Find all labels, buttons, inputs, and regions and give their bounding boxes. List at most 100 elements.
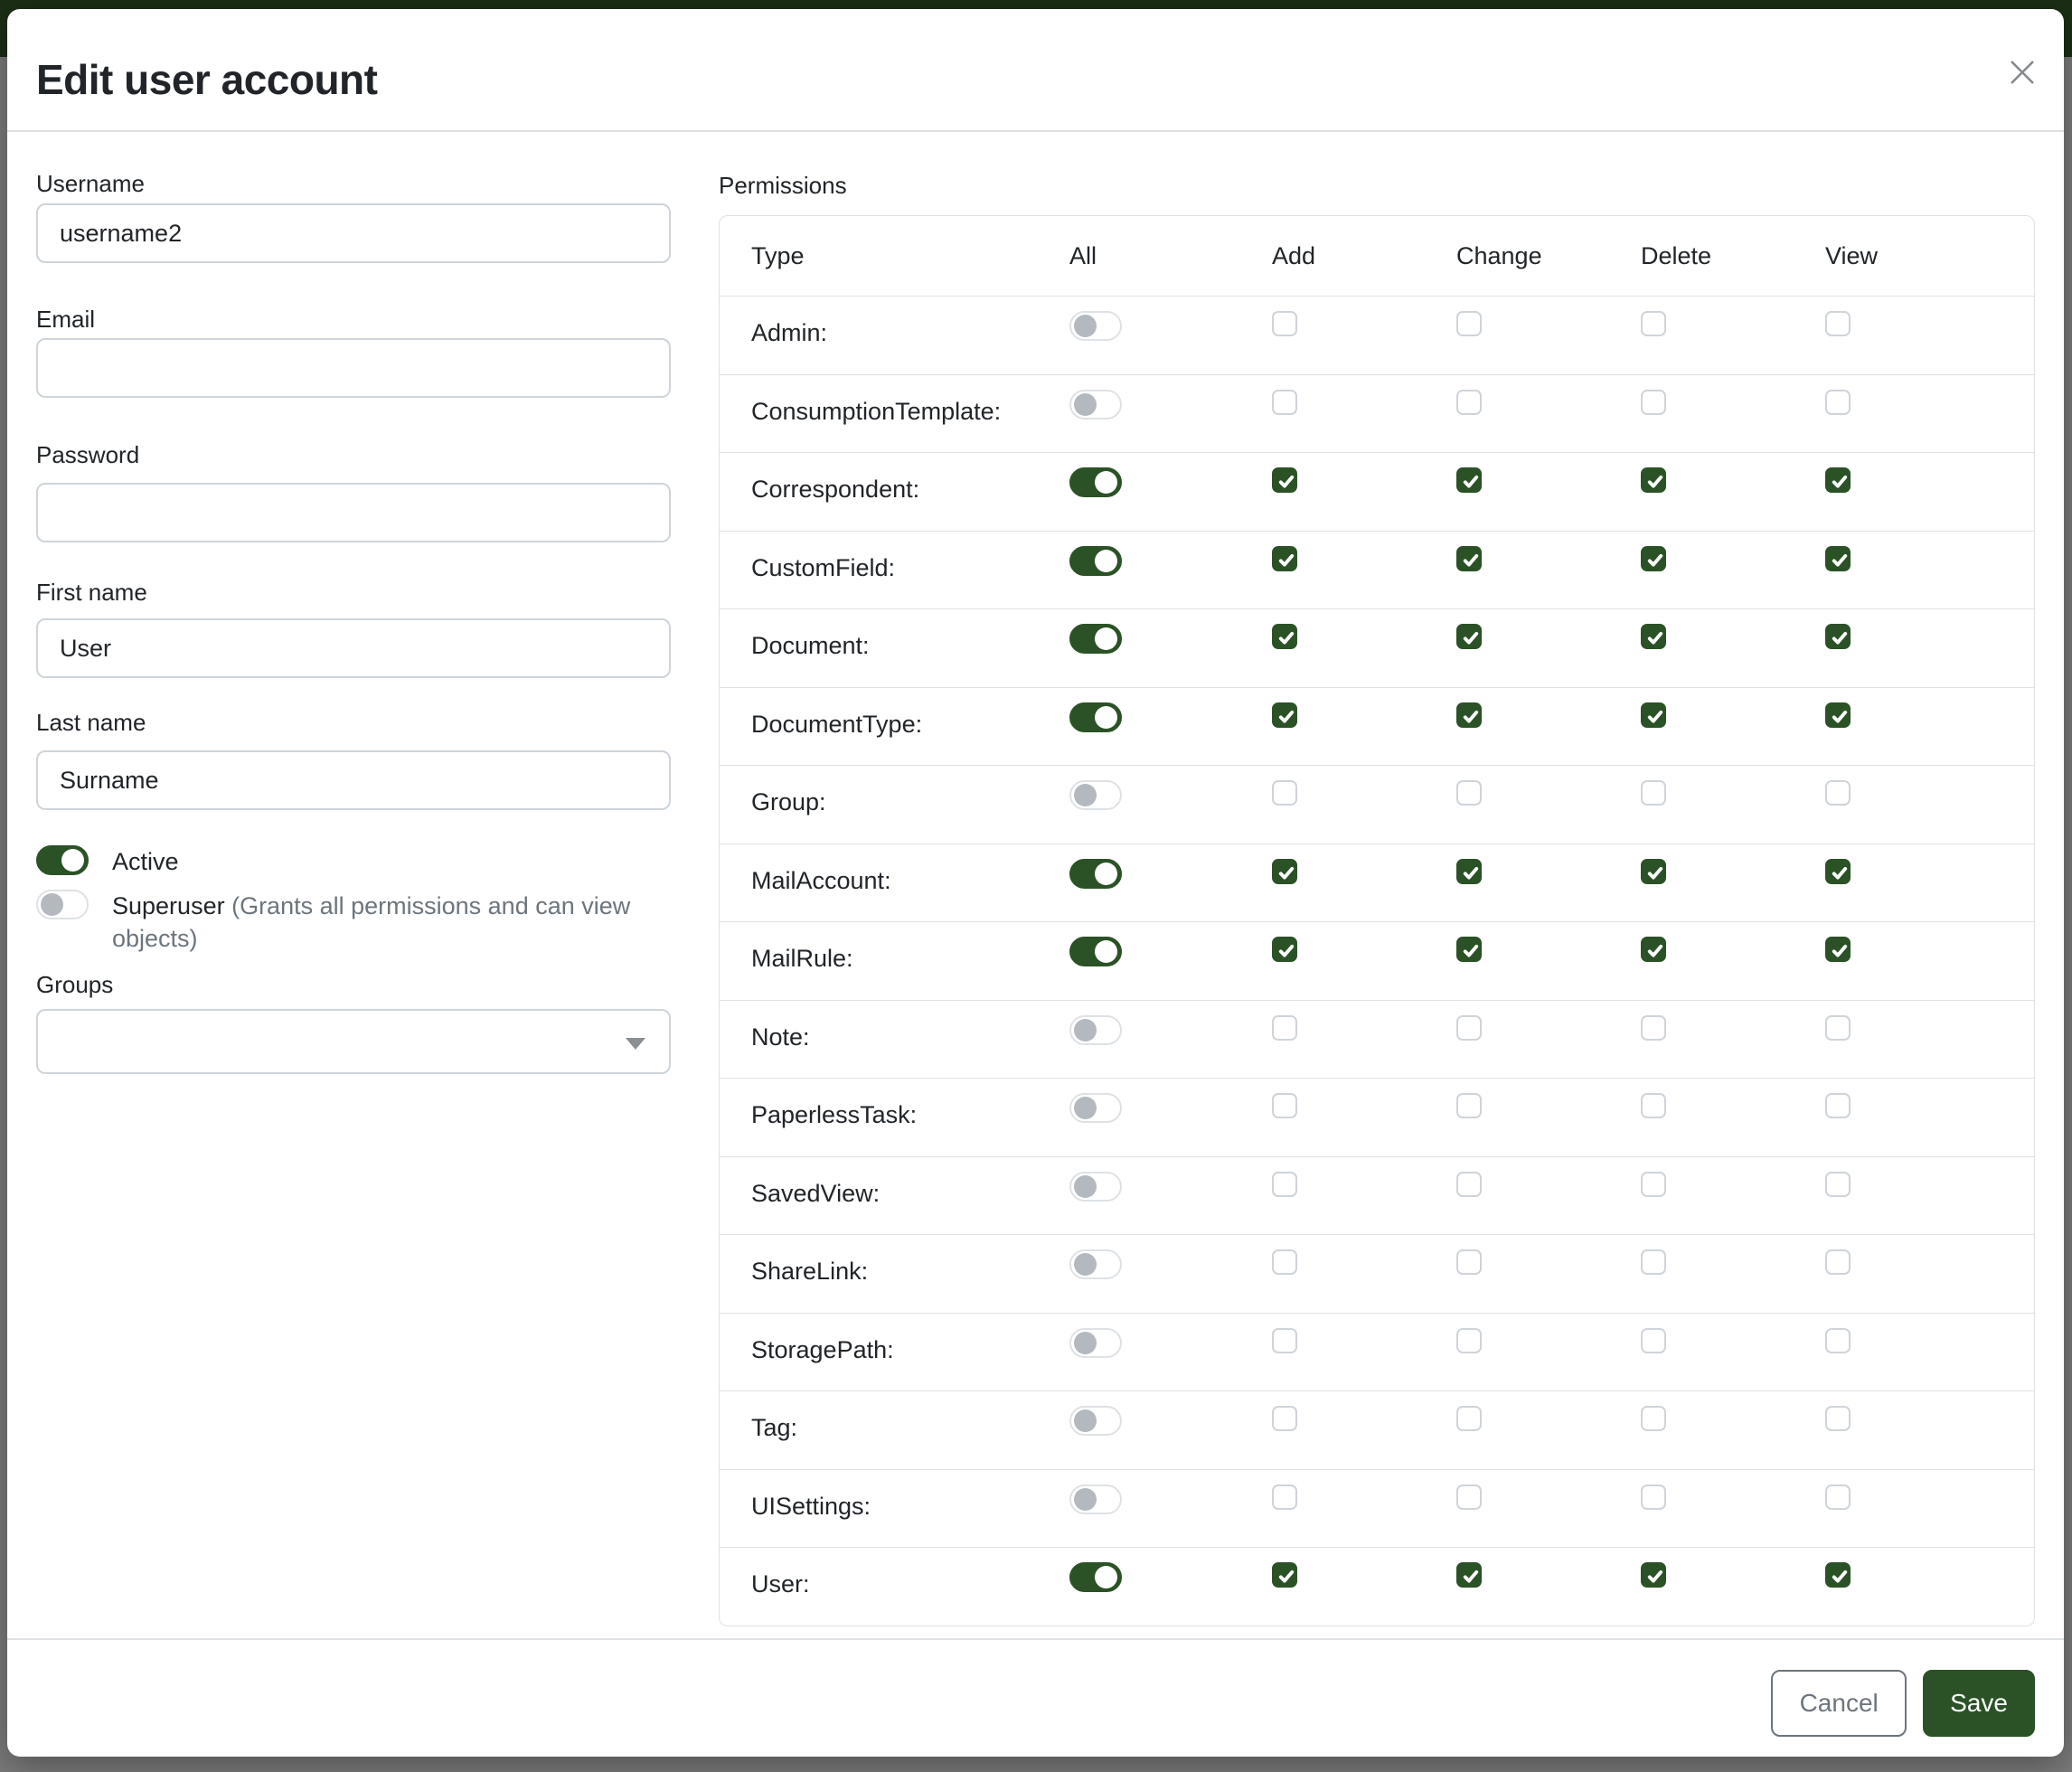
permission-add-checkbox[interactable] — [1272, 937, 1297, 962]
toggle-knob — [1074, 1332, 1097, 1354]
groups-select[interactable] — [36, 1009, 671, 1074]
permission-add-checkbox[interactable] — [1272, 546, 1297, 571]
permission-view-checkbox[interactable] — [1825, 1093, 1851, 1118]
permission-delete-checkbox[interactable] — [1641, 937, 1666, 962]
col-header-delete: Delete — [1641, 216, 1825, 272]
password-input[interactable] — [36, 483, 671, 542]
superuser-toggle[interactable] — [36, 890, 89, 919]
permission-add-checkbox[interactable] — [1272, 1328, 1297, 1353]
permission-all-toggle[interactable] — [1069, 859, 1122, 889]
permission-delete-checkbox[interactable] — [1641, 1328, 1666, 1353]
permission-delete-checkbox[interactable] — [1641, 859, 1666, 884]
permission-add-checkbox[interactable] — [1272, 467, 1297, 493]
permission-all-toggle[interactable] — [1069, 1485, 1122, 1514]
permission-delete-checkbox[interactable] — [1641, 546, 1666, 571]
permission-change-checkbox[interactable] — [1456, 780, 1482, 806]
permission-view-checkbox[interactable] — [1825, 1406, 1851, 1431]
permission-delete-checkbox[interactable] — [1641, 1249, 1666, 1275]
permission-all-toggle[interactable] — [1069, 467, 1122, 497]
permission-change-checkbox[interactable] — [1456, 1015, 1482, 1041]
permission-row: ConsumptionTemplate: — [720, 374, 2034, 453]
permission-all-toggle[interactable] — [1069, 937, 1122, 966]
permission-change-checkbox[interactable] — [1456, 1406, 1482, 1431]
close-button[interactable] — [2002, 52, 2042, 92]
permission-change-checkbox[interactable] — [1456, 546, 1482, 571]
permission-delete-checkbox[interactable] — [1641, 1562, 1666, 1588]
permission-add-checkbox[interactable] — [1272, 1249, 1297, 1275]
permission-change-checkbox[interactable] — [1456, 1485, 1482, 1510]
permission-all-toggle[interactable] — [1069, 546, 1122, 576]
permission-delete-checkbox[interactable] — [1641, 780, 1666, 806]
permission-all-toggle[interactable] — [1069, 624, 1122, 654]
permission-view-checkbox[interactable] — [1825, 390, 1851, 415]
permission-all-toggle[interactable] — [1069, 1093, 1122, 1123]
permission-add-checkbox[interactable] — [1272, 1562, 1297, 1588]
permission-delete-checkbox[interactable] — [1641, 390, 1666, 415]
permission-view-checkbox[interactable] — [1825, 467, 1851, 493]
permission-add-checkbox[interactable] — [1272, 1093, 1297, 1118]
save-button[interactable]: Save — [1923, 1670, 2035, 1737]
permission-change-checkbox[interactable] — [1456, 702, 1482, 728]
permission-all-toggle[interactable] — [1069, 780, 1122, 810]
permission-add-checkbox[interactable] — [1272, 390, 1297, 415]
permission-all-toggle[interactable] — [1069, 1015, 1122, 1045]
permission-view-checkbox[interactable] — [1825, 702, 1851, 728]
permission-view-checkbox[interactable] — [1825, 546, 1851, 571]
permission-delete-checkbox[interactable] — [1641, 1015, 1666, 1041]
permission-add-checkbox[interactable] — [1272, 1015, 1297, 1041]
permission-view-checkbox[interactable] — [1825, 1485, 1851, 1510]
permission-view-checkbox[interactable] — [1825, 1015, 1851, 1041]
permission-all-toggle[interactable] — [1069, 311, 1122, 341]
permissions-table: Type All Add Change Delete View Admin: C… — [719, 215, 2035, 1626]
permission-change-checkbox[interactable] — [1456, 1249, 1482, 1275]
username-input[interactable] — [36, 203, 671, 263]
permission-add-checkbox[interactable] — [1272, 624, 1297, 649]
active-toggle[interactable] — [36, 845, 89, 875]
permission-add-checkbox[interactable] — [1272, 1172, 1297, 1197]
permission-view-checkbox[interactable] — [1825, 937, 1851, 962]
permission-change-checkbox[interactable] — [1456, 1093, 1482, 1118]
permission-delete-checkbox[interactable] — [1641, 467, 1666, 493]
permission-change-checkbox[interactable] — [1456, 1328, 1482, 1353]
cancel-button[interactable]: Cancel — [1771, 1670, 1907, 1737]
permission-all-toggle[interactable] — [1069, 1328, 1122, 1358]
permission-all-toggle[interactable] — [1069, 1406, 1122, 1436]
permission-change-checkbox[interactable] — [1456, 311, 1482, 336]
last-name-input[interactable] — [36, 750, 671, 810]
permission-view-checkbox[interactable] — [1825, 780, 1851, 806]
permission-delete-checkbox[interactable] — [1641, 1406, 1666, 1431]
permission-add-checkbox[interactable] — [1272, 1485, 1297, 1510]
permission-change-checkbox[interactable] — [1456, 390, 1482, 415]
permission-all-toggle[interactable] — [1069, 1562, 1122, 1592]
permission-add-checkbox[interactable] — [1272, 1406, 1297, 1431]
permission-add-checkbox[interactable] — [1272, 780, 1297, 806]
permission-delete-checkbox[interactable] — [1641, 1093, 1666, 1118]
permission-change-checkbox[interactable] — [1456, 1172, 1482, 1197]
email-input[interactable] — [36, 338, 671, 398]
permission-all-toggle[interactable] — [1069, 1249, 1122, 1279]
permission-view-checkbox[interactable] — [1825, 624, 1851, 649]
permission-delete-checkbox[interactable] — [1641, 702, 1666, 728]
permission-all-toggle[interactable] — [1069, 702, 1122, 732]
permission-view-checkbox[interactable] — [1825, 1249, 1851, 1275]
permission-view-checkbox[interactable] — [1825, 1172, 1851, 1197]
permission-delete-checkbox[interactable] — [1641, 311, 1666, 336]
permission-view-checkbox[interactable] — [1825, 1328, 1851, 1353]
permission-view-checkbox[interactable] — [1825, 1562, 1851, 1588]
first-name-input[interactable] — [36, 618, 671, 678]
permission-change-checkbox[interactable] — [1456, 624, 1482, 649]
permission-delete-checkbox[interactable] — [1641, 1172, 1666, 1197]
permission-delete-checkbox[interactable] — [1641, 1485, 1666, 1510]
permission-delete-checkbox[interactable] — [1641, 624, 1666, 649]
permission-add-checkbox[interactable] — [1272, 311, 1297, 336]
permission-change-checkbox[interactable] — [1456, 937, 1482, 962]
permission-view-checkbox[interactable] — [1825, 859, 1851, 884]
permission-add-checkbox[interactable] — [1272, 859, 1297, 884]
permission-all-toggle[interactable] — [1069, 1172, 1122, 1202]
permission-change-checkbox[interactable] — [1456, 467, 1482, 493]
permission-all-toggle[interactable] — [1069, 390, 1122, 419]
permission-add-checkbox[interactable] — [1272, 702, 1297, 728]
permission-change-checkbox[interactable] — [1456, 1562, 1482, 1588]
permission-change-checkbox[interactable] — [1456, 859, 1482, 884]
permission-view-checkbox[interactable] — [1825, 311, 1851, 336]
